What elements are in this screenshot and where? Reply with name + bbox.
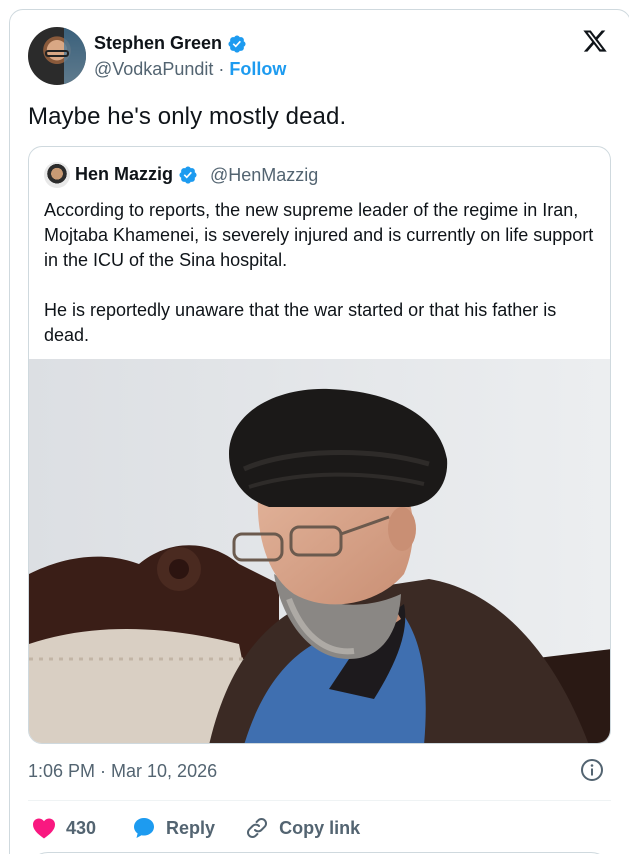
author-handle[interactable]: @VodkaPundit	[94, 59, 213, 79]
reply-bubble-icon	[134, 818, 155, 838]
link-icon	[247, 817, 268, 839]
copy-link-label: Copy link	[279, 817, 361, 838]
separator: ·	[213, 59, 230, 79]
divider	[28, 800, 611, 801]
tweet-text: Maybe he's only mostly dead.	[28, 103, 347, 130]
quoted-tweet[interactable]: Hen Mazzig @HenMazzig According to repor…	[28, 146, 611, 744]
tweet-timestamp[interactable]: 1:06 PM · Mar 10, 2026	[28, 761, 217, 782]
author-avatar[interactable]	[28, 27, 86, 85]
copy-link-button[interactable]: Copy link	[245, 816, 360, 840]
like-button[interactable]: 430	[32, 817, 96, 839]
quoted-tweet-text: According to reports, the new supreme le…	[44, 200, 594, 345]
quoted-author-name-row[interactable]: Hen Mazzig	[75, 164, 198, 185]
verified-badge-icon	[228, 34, 246, 53]
action-bar: 430 Reply Copy link	[32, 816, 360, 840]
reply-button[interactable]: Reply	[132, 816, 215, 840]
quoted-author-avatar[interactable]	[44, 162, 70, 188]
heart-icon	[33, 818, 55, 839]
like-count: 430	[66, 817, 97, 838]
reply-label: Reply	[166, 817, 216, 838]
author-handle-row: @VodkaPundit · Follow	[94, 59, 286, 80]
author-name-row[interactable]: Stephen Green	[94, 33, 247, 54]
quoted-author-handle[interactable]: @HenMazzig	[210, 165, 318, 186]
follow-link[interactable]: Follow	[229, 59, 286, 79]
info-icon[interactable]	[580, 758, 604, 782]
author-name[interactable]: Stephen Green	[94, 33, 222, 54]
tweet-embed-card: Stephen Green @VodkaPundit · Follow Mayb…	[9, 9, 629, 854]
x-logo-icon[interactable]	[582, 28, 608, 54]
quoted-author-name[interactable]: Hen Mazzig	[75, 164, 173, 185]
verified-badge-icon	[179, 165, 197, 184]
quoted-tweet-photo[interactable]	[29, 359, 611, 744]
